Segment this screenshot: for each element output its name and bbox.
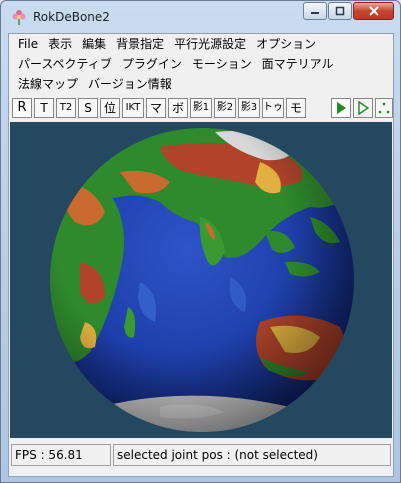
toolbar: R T T2 S 位 IKT マ ボ 影1 影2 影3 トゥ モ xyxy=(9,96,393,120)
tool-rotate-button[interactable]: R xyxy=(12,98,32,118)
app-window: RokDeBone2 File 表示 編集 背景指定 平行光源設定 オプション xyxy=(0,0,401,483)
caption-buttons xyxy=(302,2,394,20)
tool-shadow2-button[interactable]: 影2 xyxy=(214,98,236,118)
minimize-button[interactable] xyxy=(303,2,327,20)
window-title: RokDeBone2 xyxy=(33,10,110,24)
menu-motion[interactable]: モーション xyxy=(187,54,257,74)
menu-perspective[interactable]: パースペクティブ xyxy=(13,54,117,74)
menu-options[interactable]: オプション xyxy=(251,34,321,54)
menu-directional-light[interactable]: 平行光源設定 xyxy=(169,34,251,54)
status-bar: FPS : 56.81 selected joint pos : (not se… xyxy=(9,440,393,476)
tool-bo-button[interactable]: ボ xyxy=(168,98,188,118)
app-flower-icon[interactable] xyxy=(11,9,27,25)
menu-file[interactable]: File xyxy=(13,34,43,54)
tool-shadow3-button[interactable]: 影3 xyxy=(238,98,260,118)
close-icon xyxy=(368,6,379,16)
menu-view[interactable]: 表示 xyxy=(43,34,77,54)
globe-render[interactable] xyxy=(10,122,392,438)
menu-bar: File 表示 編集 背景指定 平行光源設定 オプション パースペクティブ プラ… xyxy=(9,34,393,94)
tool-ma-button[interactable]: マ xyxy=(146,98,166,118)
selection-status: selected joint pos : (not selected) xyxy=(113,444,391,466)
maximize-button[interactable] xyxy=(328,2,352,20)
tool-filled-triangle-button[interactable] xyxy=(331,98,351,118)
menu-background[interactable]: 背景指定 xyxy=(111,34,169,54)
wire-triangle-icon xyxy=(358,100,370,116)
menu-version-info[interactable]: バージョン情報 xyxy=(83,74,177,94)
close-button[interactable] xyxy=(353,2,394,20)
fps-status: FPS : 56.81 xyxy=(11,444,111,466)
maximize-icon xyxy=(335,6,345,16)
client-area: File 表示 編集 背景指定 平行光源設定 オプション パースペクティブ プラ… xyxy=(8,33,394,477)
3d-viewport[interactable] xyxy=(10,122,392,438)
tool-scale-button[interactable]: S xyxy=(78,98,98,118)
tool-shadow1-button[interactable]: 影1 xyxy=(190,98,212,118)
tool-translate-button[interactable]: T xyxy=(34,98,54,118)
tool-points-button[interactable] xyxy=(375,98,393,118)
menu-row-1: File 表示 編集 背景指定 平行光源設定 オプション xyxy=(13,34,321,54)
menu-face-material[interactable]: 面マテリアル xyxy=(257,54,339,74)
points-icon xyxy=(378,102,390,114)
menu-row-2: パースペクティブ プラグイン モーション 面マテリアル xyxy=(13,54,339,74)
tool-translate2-button[interactable]: T2 xyxy=(56,98,76,118)
menu-normal-map[interactable]: 法線マップ xyxy=(13,74,83,94)
filled-triangle-icon xyxy=(337,102,346,114)
tool-position-button[interactable]: 位 xyxy=(100,98,120,118)
menu-plugins[interactable]: プラグイン xyxy=(117,54,187,74)
menu-edit[interactable]: 編集 xyxy=(77,34,111,54)
title-bar[interactable]: RokDeBone2 xyxy=(1,1,400,33)
tool-ikt-button[interactable]: IKT xyxy=(122,98,144,118)
menu-row-3: 法線マップ バージョン情報 xyxy=(13,74,177,94)
tool-wire-triangle-button[interactable] xyxy=(353,98,373,118)
tool-tou-button[interactable]: トゥ xyxy=(262,98,284,118)
tool-mo-button[interactable]: モ xyxy=(286,98,306,118)
globe-shading xyxy=(50,128,354,432)
minimize-icon xyxy=(311,12,319,14)
